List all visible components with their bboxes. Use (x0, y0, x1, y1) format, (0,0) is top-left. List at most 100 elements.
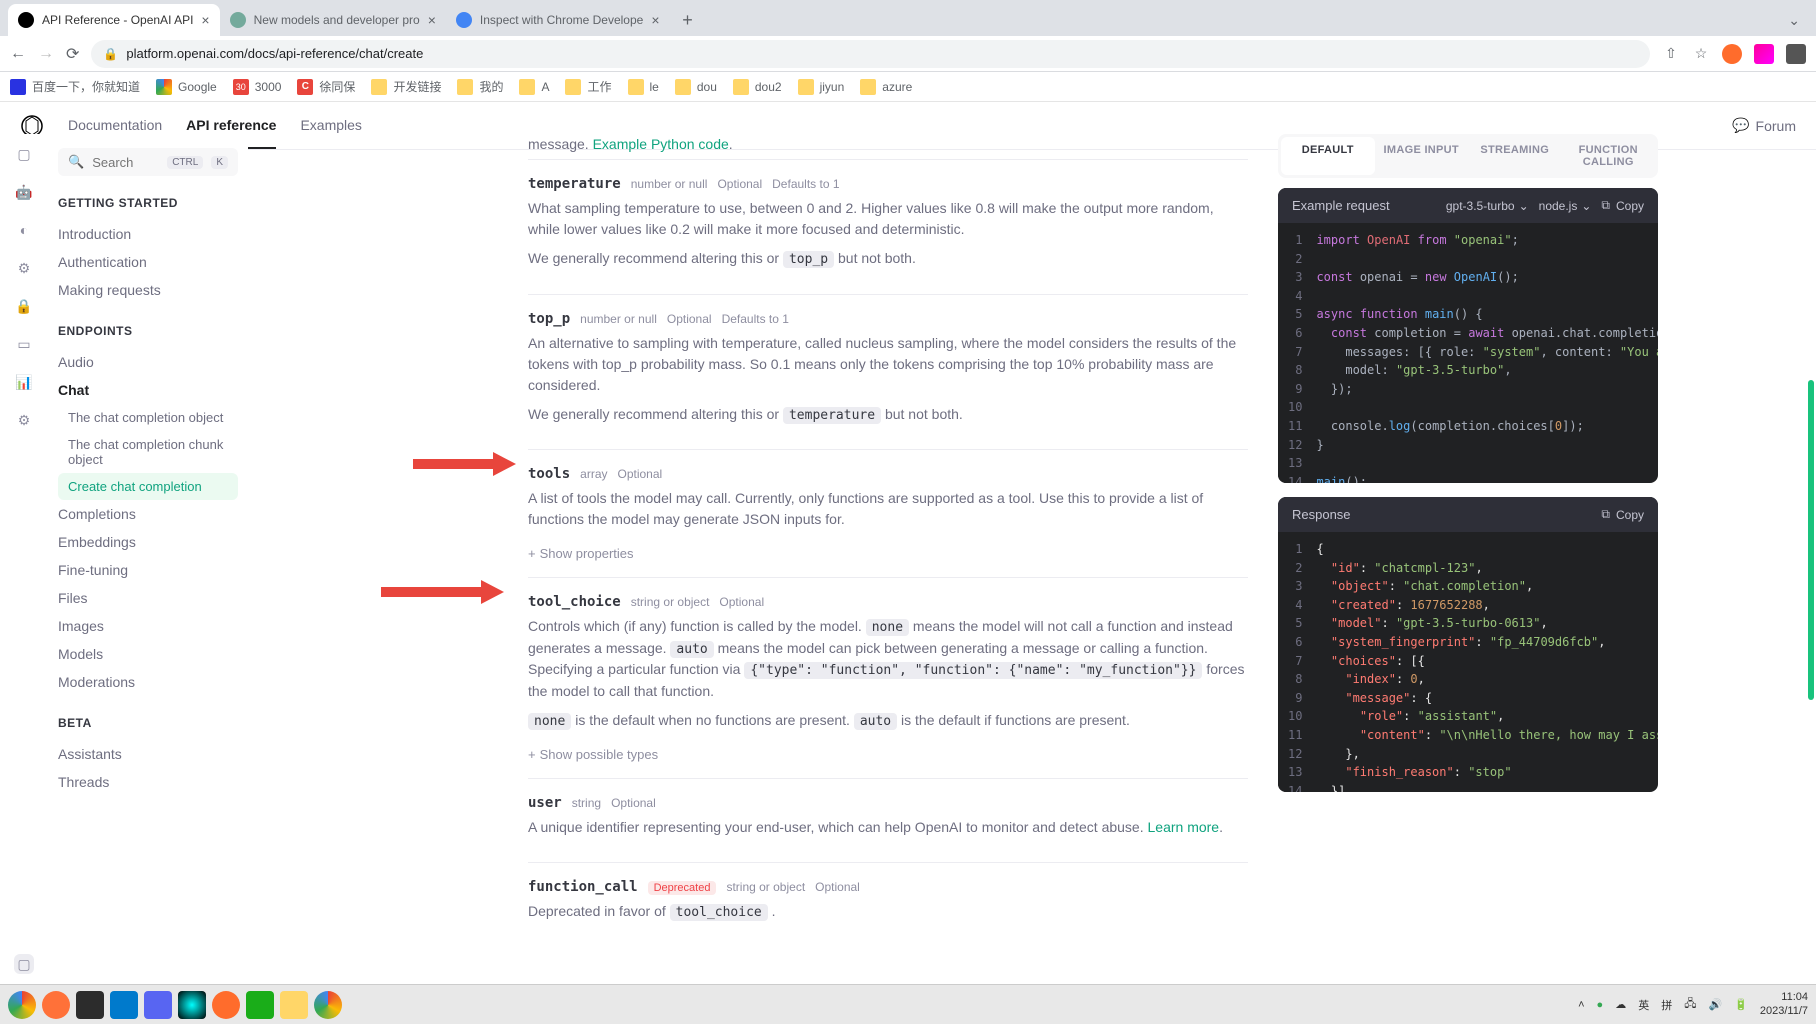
task-wechat-icon[interactable] (246, 991, 274, 1019)
close-icon[interactable]: × (651, 12, 659, 28)
task-app-icon[interactable] (212, 991, 240, 1019)
sidebar-item-embeddings[interactable]: Embeddings (58, 528, 238, 556)
task-chrome-icon[interactable] (314, 991, 342, 1019)
forum-link[interactable]: 💬 Forum (1732, 117, 1796, 134)
tray-icon[interactable]: ● (1597, 999, 1604, 1011)
ime-lang[interactable]: 英 (1638, 997, 1649, 1013)
search-input[interactable] (92, 155, 159, 170)
sidebar-item-authentication[interactable]: Authentication (58, 248, 238, 276)
show-properties-link[interactable]: +Show properties (528, 546, 634, 561)
sidebar-item-introduction[interactable]: Introduction (58, 220, 238, 248)
usage-icon[interactable]: 📊 (14, 372, 34, 392)
browser-tab[interactable]: New models and developer pro × (220, 4, 446, 36)
bookmark[interactable]: le (628, 79, 659, 95)
bookmark[interactable]: 303000 (233, 79, 282, 95)
gear-icon[interactable]: ⚙ (14, 410, 34, 430)
task-app-icon[interactable] (144, 991, 172, 1019)
star-icon[interactable]: ☆ (1692, 45, 1710, 63)
sidebar-sub-chat-object[interactable]: The chat completion object (68, 404, 238, 431)
extension-icon[interactable] (1754, 44, 1774, 64)
param-desc: A unique identifier representing your en… (528, 817, 1248, 838)
chevron-down-icon[interactable]: ⌄ (1788, 12, 1808, 29)
example-code-link[interactable]: Example Python code (593, 136, 729, 152)
tray-chevron-icon[interactable]: ˄ (1578, 999, 1584, 1011)
content-scroll[interactable]: message. Example Python code. temperatur… (248, 134, 1816, 984)
bookmark[interactable]: A (519, 79, 549, 95)
model-dropdown[interactable]: gpt-3.5-turbo⌄ (1446, 199, 1529, 213)
task-terminal-icon[interactable] (76, 991, 104, 1019)
param-name: user (528, 795, 562, 811)
lang-dropdown[interactable]: node.js⌄ (1539, 199, 1592, 213)
scrollbar-indicator[interactable] (1808, 380, 1814, 700)
bookmark[interactable]: 开发链接 (371, 78, 441, 95)
bookmark[interactable]: C徐同保 (297, 78, 355, 95)
sidebar-item-images[interactable]: Images (58, 612, 238, 640)
assistants-icon[interactable]: 🤖 (14, 182, 34, 202)
ime-mode[interactable]: 拼 (1661, 997, 1672, 1013)
bookmark[interactable]: jiyun (798, 79, 845, 95)
new-tab-button[interactable]: + (674, 6, 702, 34)
sidebar-item-fine-tuning[interactable]: Fine-tuning (58, 556, 238, 584)
code-tab-image[interactable]: IMAGE INPUT (1375, 137, 1469, 175)
tray-network-icon[interactable]: 🖧 (1684, 995, 1696, 1014)
files-icon[interactable]: ▭ (14, 334, 34, 354)
sidebar-item-moderations[interactable]: Moderations (58, 668, 238, 696)
param-name: tools (528, 466, 570, 482)
code-body[interactable]: 123456789101112131415 { "id": "chatcmpl-… (1278, 532, 1658, 792)
extension-icon[interactable] (1786, 44, 1806, 64)
docs-icon[interactable]: ▢ (14, 954, 34, 974)
bookmark[interactable]: Google (156, 79, 217, 95)
search-box[interactable]: 🔍 CTRL K (58, 148, 238, 176)
bookmark[interactable]: 工作 (565, 78, 611, 95)
close-icon[interactable]: × (428, 12, 436, 28)
copy-button[interactable]: ⧉Copy (1601, 507, 1644, 522)
sidebar-item-models[interactable]: Models (58, 640, 238, 668)
learn-more-link[interactable]: Learn more (1148, 819, 1220, 835)
url-text: platform.openai.com/docs/api-reference/c… (126, 46, 423, 61)
bookmark[interactable]: dou2 (733, 79, 782, 95)
share-icon[interactable]: ⇧ (1662, 45, 1680, 63)
task-app-icon[interactable] (280, 991, 308, 1019)
sidebar-item-making-requests[interactable]: Making requests (58, 276, 238, 304)
reload-button[interactable]: ⟳ (66, 44, 79, 64)
browser-tab[interactable]: Inspect with Chrome Develope × (446, 4, 670, 36)
tune-icon[interactable]: ◐ (14, 220, 34, 240)
copy-button[interactable]: ⧉Copy (1601, 198, 1644, 213)
sidebar-item-completions[interactable]: Completions (58, 500, 238, 528)
close-icon[interactable]: × (201, 12, 209, 28)
code-body[interactable]: 1234567891011121314 import OpenAI from "… (1278, 223, 1658, 483)
code-tab-function[interactable]: FUNCTION CALLING (1562, 137, 1656, 175)
sidebar-item-assistants[interactable]: Assistants (58, 740, 238, 768)
bookmark[interactable]: azure (860, 79, 912, 95)
bookmark[interactable]: 我的 (457, 78, 503, 95)
settings-icon[interactable]: ⚙ (14, 258, 34, 278)
address-bar[interactable]: 🔒 platform.openai.com/docs/api-reference… (91, 40, 1650, 68)
bookmark[interactable]: 百度一下，你就知道 (10, 78, 140, 95)
task-app-icon[interactable] (178, 991, 206, 1019)
sidebar-sub-create-chat[interactable]: Create chat completion (58, 473, 238, 500)
bookmark[interactable]: dou (675, 79, 717, 95)
task-firefox-icon[interactable] (42, 991, 70, 1019)
task-chrome-icon[interactable] (8, 991, 36, 1019)
playground-icon[interactable]: ▢ (14, 144, 34, 164)
tray-onedrive-icon[interactable]: ☁ (1615, 998, 1626, 1011)
sidebar-item-files[interactable]: Files (58, 584, 238, 612)
code-tab-streaming[interactable]: STREAMING (1468, 137, 1562, 175)
task-vscode-icon[interactable] (110, 991, 138, 1019)
back-button[interactable]: ← (10, 45, 26, 63)
tray-battery-icon[interactable]: 🔋 (1734, 998, 1748, 1011)
tray-volume-icon[interactable]: 🔊 (1708, 998, 1722, 1011)
code-tab-default[interactable]: DEFAULT (1281, 137, 1375, 175)
extension-icon[interactable] (1722, 44, 1742, 64)
forward-button: → (38, 45, 54, 63)
browser-tab-active[interactable]: API Reference - OpenAI API × (8, 4, 220, 36)
sidebar-item-chat[interactable]: Chat (58, 376, 238, 404)
sidebar-item-threads[interactable]: Threads (58, 768, 238, 796)
clock[interactable]: 11:04 2023/11/7 (1760, 991, 1808, 1017)
sidebar-item-audio[interactable]: Audio (58, 348, 238, 376)
show-types-link[interactable]: +Show possible types (528, 747, 658, 762)
tab-title: Inspect with Chrome Develope (480, 13, 643, 27)
sidebar-sub-chat-chunk[interactable]: The chat completion chunk object (68, 431, 238, 473)
lock-icon[interactable]: 🔒 (14, 296, 34, 316)
param-tool-choice: tool_choice string or object Optional Co… (528, 577, 1248, 778)
